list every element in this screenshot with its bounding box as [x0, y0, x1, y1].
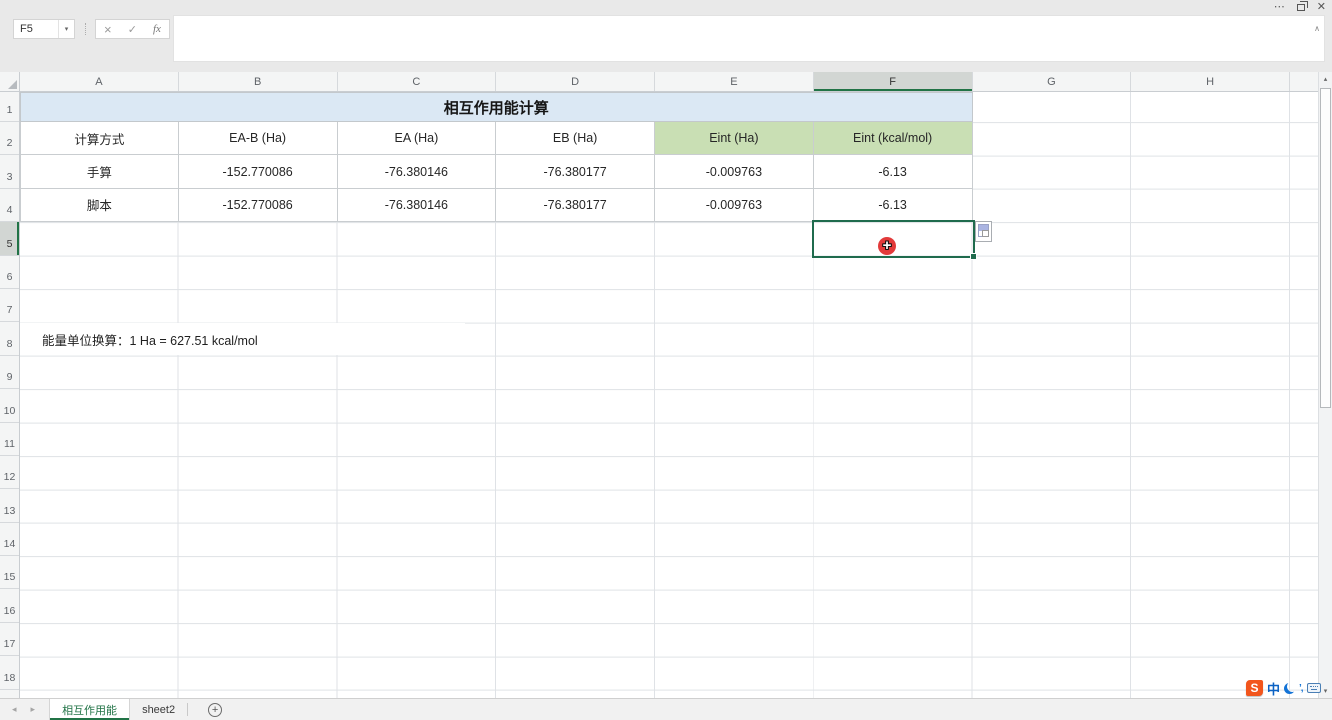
note-text[interactable]: 能量单位换算：1 Ha = 627.51 kcal/mol: [20, 322, 465, 356]
sheet-nav-prev-icon[interactable]: ◂: [12, 704, 17, 715]
table-cell[interactable]: -152.770086: [178, 155, 338, 189]
table-header-cell[interactable]: 计算方式: [20, 122, 179, 156]
cell-reference: F5: [20, 23, 33, 35]
column-header[interactable]: G: [973, 72, 1132, 91]
ime-keyboard-icon[interactable]: [1306, 683, 1321, 693]
sheet-tab-active[interactable]: 相互作用能: [49, 699, 131, 720]
formula-input[interactable]: ∧: [173, 15, 1325, 62]
v-scrollbar[interactable]: ▴ ▾: [1318, 72, 1332, 698]
column-header[interactable]: H: [1131, 72, 1290, 91]
column-header[interactable]: B: [179, 72, 338, 91]
collapse-formula-bar-button[interactable]: ∧: [1314, 24, 1320, 33]
row-header[interactable]: 8: [0, 322, 19, 356]
table-header-cell[interactable]: EB (Ha): [496, 122, 655, 156]
table-cell[interactable]: -6.13: [813, 155, 973, 189]
table-cell[interactable]: -0.009763: [655, 155, 814, 189]
table-cell[interactable]: -76.380177: [496, 155, 655, 189]
table-cell[interactable]: -0.009763: [655, 188, 814, 223]
fill-handle[interactable]: [969, 252, 977, 260]
table-cell[interactable]: 手算: [20, 155, 179, 189]
window-controls: ⋯ ✕: [1274, 0, 1326, 14]
select-all-corner[interactable]: [0, 72, 20, 91]
column-header[interactable]: A: [20, 72, 179, 91]
table-header-cell[interactable]: EA-B (Ha): [178, 122, 338, 156]
row-header[interactable]: 14: [0, 523, 19, 557]
v-scroll-down-icon[interactable]: ▾: [1319, 684, 1332, 698]
insert-function-button[interactable]: fx: [153, 23, 161, 35]
row-header[interactable]: 3: [0, 155, 19, 189]
chevron-down-icon[interactable]: ▾: [58, 20, 74, 38]
cell-cursor-icon: +: [878, 237, 896, 255]
column-header[interactable]: C: [338, 72, 497, 91]
formula-bar-divider: [85, 23, 86, 35]
row-header[interactable]: 7: [0, 289, 19, 323]
ime-moon-icon[interactable]: [1284, 683, 1295, 694]
sheet-nav-next-icon[interactable]: ▸: [31, 704, 36, 715]
row-header[interactable]: 15: [0, 556, 19, 590]
row-header[interactable]: 10: [0, 389, 19, 423]
table-cell[interactable]: -152.770086: [178, 188, 338, 223]
confirm-button[interactable]: ✓: [128, 23, 137, 36]
table-header-cell[interactable]: Eint (Ha): [655, 122, 814, 156]
row-header[interactable]: 18: [0, 656, 19, 690]
row-header[interactable]: 16: [0, 589, 19, 623]
table-cell[interactable]: 脚本: [20, 188, 179, 223]
spreadsheet-app: ⋯ ✕ F5 ▾ × ✓ fx ∧ A B C D E F G H 1 2 3 …: [0, 0, 1332, 720]
row-header[interactable]: 9: [0, 356, 19, 390]
column-header-filler: [1290, 72, 1318, 91]
paste-options-icon: [977, 223, 989, 237]
row-header[interactable]: 12: [0, 456, 19, 490]
table-title[interactable]: 相互作用能计算: [20, 92, 973, 122]
sogou-logo-icon[interactable]: S: [1246, 680, 1263, 696]
add-sheet-button[interactable]: +: [208, 702, 223, 717]
close-button[interactable]: ✕: [1317, 1, 1326, 13]
formula-bar-buttons: × ✓ fx: [95, 19, 170, 39]
row-header[interactable]: 6: [0, 256, 19, 289]
tab-separator: [187, 703, 189, 716]
table-cell[interactable]: -76.380146: [337, 155, 497, 189]
row-header[interactable]: 1: [0, 92, 19, 122]
column-header-selected[interactable]: F: [813, 72, 973, 91]
column-header[interactable]: E: [655, 72, 814, 91]
table-cell[interactable]: -6.13: [813, 188, 973, 223]
sheet-nav-arrows: ◂ ▸: [0, 699, 49, 720]
name-box[interactable]: F5 ▾: [13, 19, 75, 39]
worksheet-grid[interactable]: 相互作用能计算 计算方式 EA-B (Ha) EA (Ha) EB (Ha) E…: [20, 92, 1318, 698]
column-header-strip: A B C D E F G H: [0, 72, 1318, 92]
sheet-tab-bar: ◂ ▸ 相互作用能 sheet2 + ◂ ▸: [0, 698, 1332, 720]
row-header[interactable]: 2: [0, 122, 19, 156]
table-header-cell[interactable]: EA (Ha): [337, 122, 497, 156]
v-scroll-thumb[interactable]: [1320, 88, 1331, 408]
cancel-button[interactable]: ×: [104, 22, 112, 37]
row-header[interactable]: 13: [0, 489, 19, 523]
titlebar-and-formula-bar: ⋯ ✕ F5 ▾ × ✓ fx ∧: [0, 0, 1332, 72]
ime-mode-icon[interactable]: 中: [1267, 679, 1280, 698]
row-header-selected[interactable]: 5: [0, 222, 19, 256]
ime-punct-icon[interactable]: ’,: [1299, 683, 1303, 694]
row-header[interactable]: 4: [0, 189, 19, 223]
table-header-cell[interactable]: Eint (kcal/mol): [813, 122, 973, 156]
sheet-tab[interactable]: sheet2: [130, 699, 187, 720]
row-header[interactable]: 17: [0, 623, 19, 657]
paste-options-button[interactable]: [974, 220, 992, 242]
ime-toolbar: S 中 ’,: [1246, 679, 1321, 697]
v-scroll-up-icon[interactable]: ▴: [1319, 72, 1332, 86]
restore-icon[interactable]: [1296, 0, 1308, 11]
column-header[interactable]: D: [496, 72, 655, 91]
row-header[interactable]: 11: [0, 423, 19, 456]
table-cell[interactable]: -76.380146: [337, 188, 497, 223]
table-cell[interactable]: -76.380177: [496, 188, 655, 223]
row-header-strip: 1 2 3 4 5 6 7 8 9 10 11 12 13 14 15 16 1…: [0, 92, 20, 698]
more-button[interactable]: ⋯: [1274, 1, 1285, 13]
